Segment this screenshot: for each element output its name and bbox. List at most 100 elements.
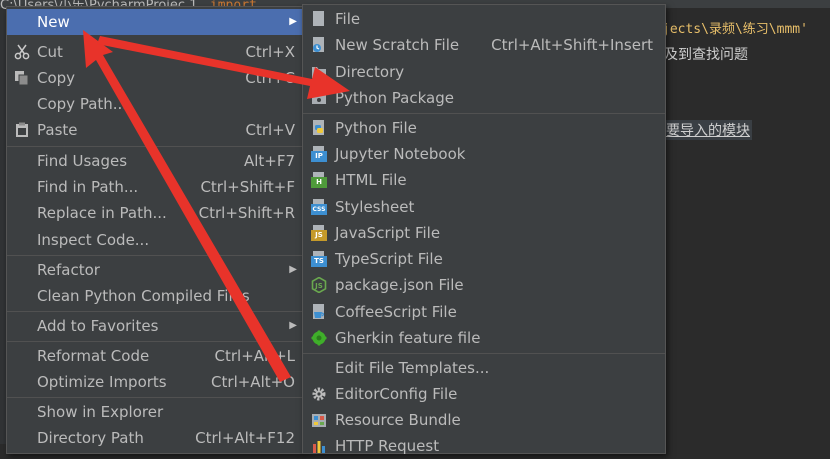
menu-item-label: New — [37, 13, 70, 31]
menu-item-label: Jupyter Notebook — [335, 145, 466, 163]
menu-item-label: CoffeeScript File — [335, 303, 457, 321]
submenu-item-editorconfig-file[interactable]: EditorConfig File — [303, 381, 665, 407]
javascript-file-icon: JS — [311, 225, 327, 241]
menu-item-label: package.json File — [335, 276, 464, 294]
menu-item-shortcut: Ctrl+Alt+O — [211, 373, 295, 391]
context-menu: New ▶ Cut Ctrl+X Copy Ctrl+C Copy Path..… — [6, 6, 304, 454]
file-type-badge: H — [311, 177, 327, 188]
menu-item-label: Replace in Path... — [37, 204, 167, 222]
menu-item-new[interactable]: New ▶ — [7, 9, 303, 35]
scissors-icon — [14, 44, 30, 60]
menu-item-label: Directory — [335, 63, 405, 81]
menu-item-directory-path[interactable]: Directory Path Ctrl+Alt+F12 — [7, 425, 303, 451]
menu-separator — [7, 311, 303, 312]
menu-item-shortcut: Ctrl+Shift+R — [198, 204, 295, 222]
gear-icon — [312, 387, 326, 401]
menu-item-label: EditorConfig File — [335, 385, 458, 403]
menu-item-inspect-code[interactable]: Inspect Code... — [7, 227, 303, 253]
menu-item-shortcut: Ctrl+Alt+L — [214, 347, 296, 365]
file-type-badge: CSS — [311, 204, 327, 215]
menu-item-label: Directory Path — [37, 429, 144, 447]
http-request-icon — [313, 441, 325, 453]
menu-item-refactor[interactable]: Refactor ▶ — [7, 257, 303, 283]
menu-item-find-usages[interactable]: Find Usages Alt+F7 — [7, 148, 303, 174]
menu-separator — [303, 113, 665, 114]
menu-separator — [7, 341, 303, 342]
css-file-icon: CSS — [311, 199, 327, 215]
submenu-item-resource-bundle[interactable]: Resource Bundle — [303, 407, 665, 433]
submenu-item-edit-file-templates[interactable]: Edit File Templates... — [303, 355, 665, 381]
menu-item-label: JavaScript File — [335, 224, 441, 242]
submenu-item-file[interactable]: File — [303, 6, 665, 32]
menu-item-clean-python[interactable]: Clean Python Compiled Files — [7, 283, 303, 309]
file-icon — [311, 11, 327, 27]
menu-item-reformat-code[interactable]: Reformat Code Ctrl+Alt+L — [7, 343, 303, 369]
menu-item-find-in-path[interactable]: Find in Path... Ctrl+Shift+F — [7, 174, 303, 200]
menu-item-label: Clean Python Compiled Files — [37, 287, 250, 305]
menu-item-replace-in-path[interactable]: Replace in Path... Ctrl+Shift+R — [7, 200, 303, 226]
new-submenu: File New Scratch File Ctrl+Alt+Shift+Ins… — [302, 4, 666, 455]
menu-item-optimize-imports[interactable]: Optimize Imports Ctrl+Alt+O — [7, 369, 303, 395]
code-line: jects\录频\练习\mmm' — [662, 22, 808, 37]
menu-item-label: Python File — [335, 119, 417, 137]
python-file-icon — [313, 120, 324, 135]
menu-item-label: Stylesheet — [335, 198, 415, 216]
menu-item-label: New Scratch File — [335, 36, 460, 54]
submenu-arrow-icon: ▶ — [289, 320, 297, 331]
file-type-badge: IP — [311, 151, 327, 162]
menu-item-label: Add to Favorites — [37, 317, 159, 335]
nodejs-icon: JS — [311, 277, 327, 293]
typescript-file-icon: TS — [311, 251, 327, 267]
menu-item-label: Resource Bundle — [335, 411, 461, 429]
menu-item-show-in-explorer[interactable]: Show in Explorer — [7, 399, 303, 425]
submenu-item-package-json[interactable]: JS package.json File — [303, 272, 665, 298]
submenu-arrow-icon: ▶ — [289, 16, 297, 27]
html-file-icon: H — [311, 172, 327, 188]
menu-item-shortcut: Ctrl+Alt+Shift+Insert — [491, 36, 653, 54]
submenu-item-typescript-file[interactable]: TS TypeScript File — [303, 246, 665, 272]
resource-bundle-icon — [312, 414, 326, 427]
folder-icon — [312, 67, 326, 78]
paste-icon — [16, 122, 28, 137]
svg-text:JS: JS — [314, 282, 323, 290]
scratch-file-icon — [313, 37, 324, 52]
submenu-item-http-request[interactable]: HTTP Request — [303, 433, 665, 459]
coffeescript-icon — [313, 304, 325, 319]
menu-separator — [7, 397, 303, 398]
menu-separator — [7, 146, 303, 147]
submenu-item-stylesheet[interactable]: CSS Stylesheet — [303, 194, 665, 220]
menu-item-label: File — [335, 10, 361, 28]
menu-item-copy-path[interactable]: Copy Path... — [7, 91, 303, 117]
menu-item-cut[interactable]: Cut Ctrl+X — [7, 39, 303, 65]
menu-item-shortcut: Ctrl+C — [245, 69, 295, 87]
menu-item-shortcut: Alt+F7 — [243, 152, 295, 170]
menu-item-label: Find Usages — [37, 152, 128, 170]
menu-item-shortcut: Ctrl+V — [245, 121, 295, 139]
menu-item-label: Find in Path... — [37, 178, 139, 196]
menu-item-paste[interactable]: Paste Ctrl+V — [7, 117, 303, 143]
submenu-item-html-file[interactable]: H HTML File — [303, 167, 665, 193]
submenu-item-directory[interactable]: Directory — [303, 59, 665, 85]
editor-comment-2: 要导入的模块 — [664, 120, 752, 140]
menu-item-label: Reformat Code — [37, 347, 150, 365]
submenu-item-python-package[interactable]: Python Package — [303, 85, 665, 111]
menu-item-label: Inspect Code... — [37, 231, 150, 249]
menu-item-add-to-favorites[interactable]: Add to Favorites ▶ — [7, 313, 303, 339]
menu-item-label: HTTP Request — [335, 437, 440, 455]
submenu-item-jupyter-notebook[interactable]: IP Jupyter Notebook — [303, 141, 665, 167]
menu-item-shortcut: Ctrl+X — [245, 43, 295, 61]
submenu-item-coffeescript-file[interactable]: CoffeeScript File — [303, 299, 665, 325]
submenu-item-javascript-file[interactable]: JS JavaScript File — [303, 220, 665, 246]
menu-item-label: Cut — [37, 43, 63, 61]
submenu-item-python-file[interactable]: Python File — [303, 115, 665, 141]
jupyter-icon: IP — [311, 146, 327, 162]
submenu-item-new-scratch-file[interactable]: New Scratch File Ctrl+Alt+Shift+Insert — [303, 32, 665, 58]
menu-item-copy[interactable]: Copy Ctrl+C — [7, 65, 303, 91]
submenu-arrow-icon: ▶ — [289, 264, 297, 275]
file-type-badge: TS — [311, 256, 327, 267]
menu-separator — [303, 353, 665, 354]
package-icon — [312, 93, 326, 104]
menu-item-label: Show in Explorer — [37, 403, 164, 421]
submenu-item-gherkin-feature-file[interactable]: Gherkin feature file — [303, 325, 665, 351]
menu-item-label: Python Package — [335, 89, 454, 107]
